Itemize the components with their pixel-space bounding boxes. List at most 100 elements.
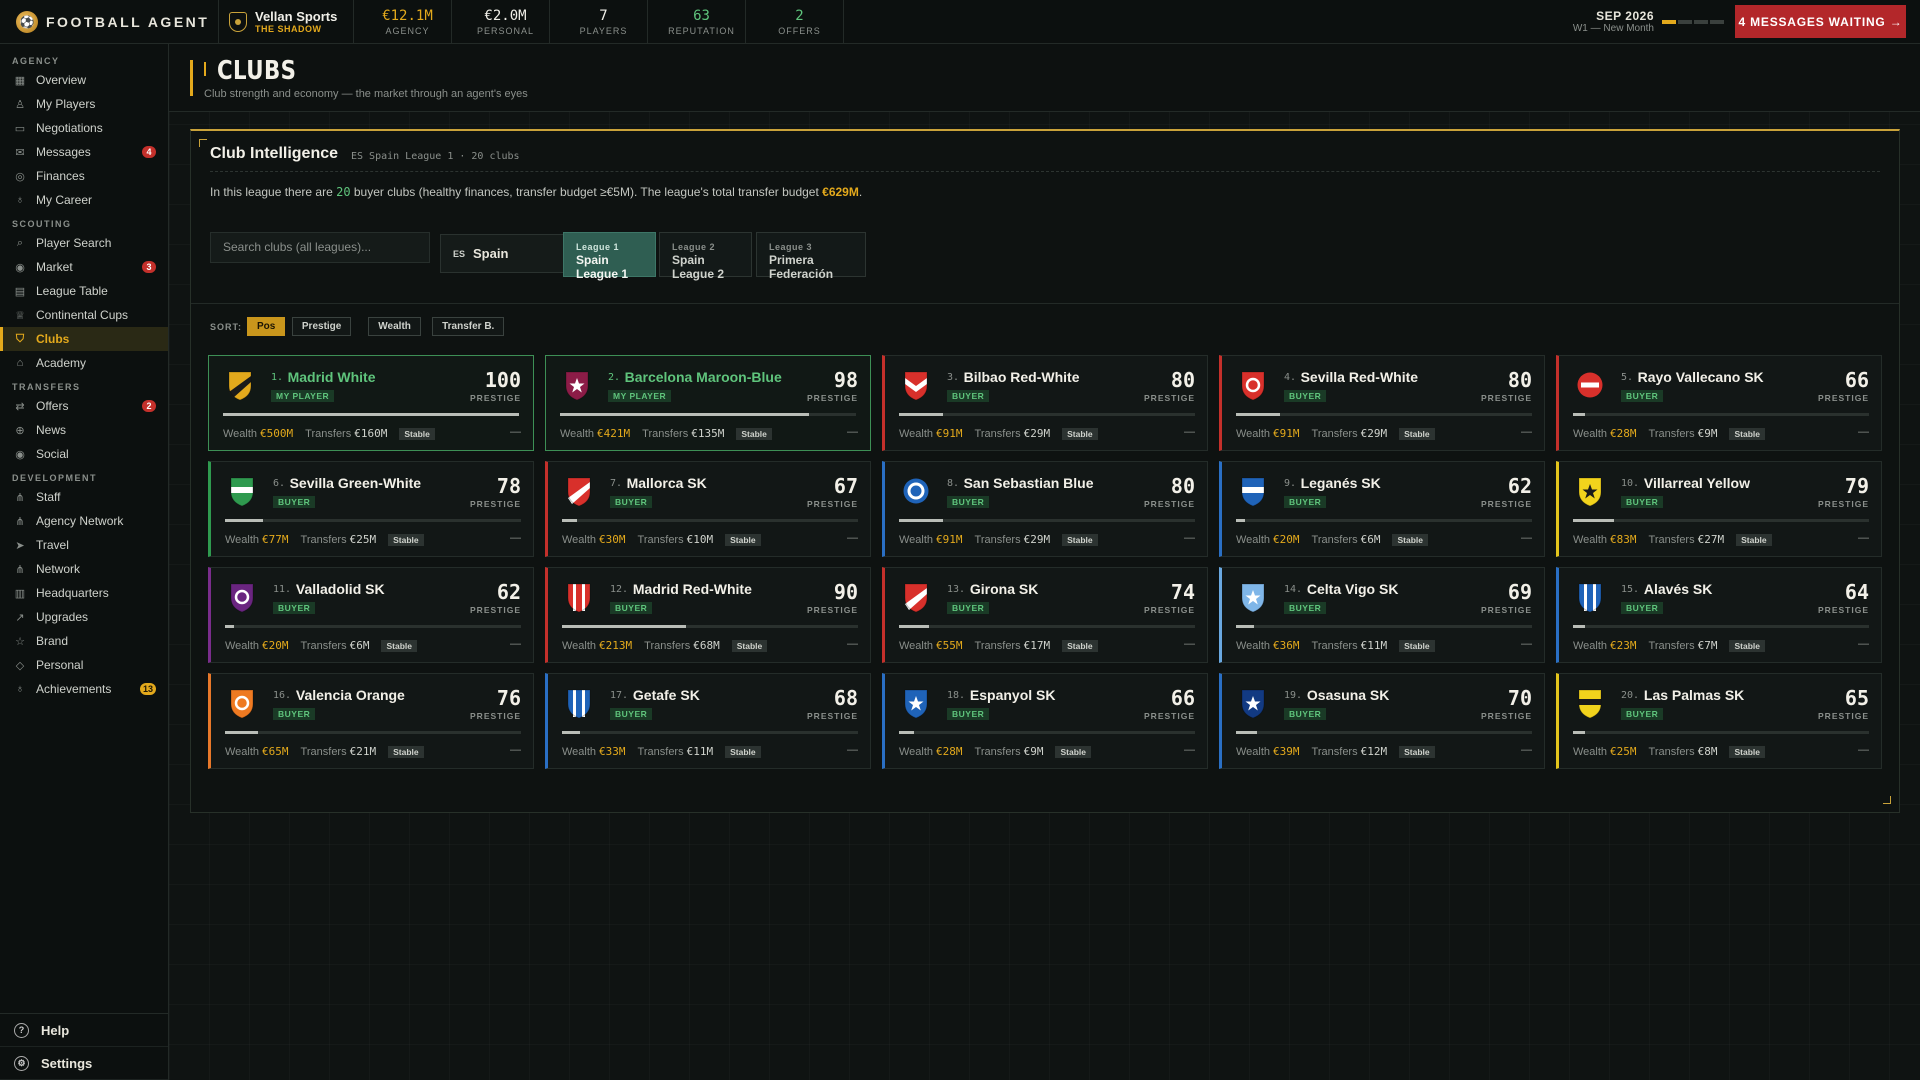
club-card[interactable]: 17. Getafe SK BUYER 68 PRESTIGE Wealth €33M Tra…	[545, 673, 871, 769]
club-name: Girona SK	[969, 581, 1039, 597]
sidebar-item-brand[interactable]: ☆ Brand	[0, 629, 168, 653]
sort-wealth[interactable]: Wealth	[368, 317, 421, 336]
prestige-bar	[1236, 625, 1532, 628]
messages-waiting-button[interactable]: 4 MESSAGES WAITING →	[1735, 5, 1906, 38]
sidebar-item-label: Brand	[36, 634, 69, 648]
header-accent	[190, 60, 193, 96]
sidebar-item-offers[interactable]: ⇄ Offers 2	[0, 394, 168, 418]
club-card[interactable]: 12. Madrid Red-White BUYER 90 PRESTIGE Wealth…	[545, 567, 871, 663]
prestige-value: 80	[1170, 474, 1195, 498]
club-card[interactable]: 13. Girona SK BUYER 74 PRESTIGE Wealth €55M Tra…	[882, 567, 1208, 663]
sidebar-item-continental-cups[interactable]: ♕ Continental Cups	[0, 303, 168, 327]
sidebar-item-upgrades[interactable]: ↗ Upgrades	[0, 605, 168, 629]
panel-corner-bottom	[1883, 796, 1891, 804]
sidebar-section-scouting: SCOUTING	[12, 219, 72, 229]
sort-transfer-b[interactable]: Transfer B.	[432, 317, 505, 336]
sidebar-item-personal[interactable]: ◇ Personal	[0, 653, 168, 677]
club-crest-icon	[229, 476, 255, 507]
sidebar-item-label: Staff	[36, 490, 61, 504]
agency-block[interactable]: Vellan Sports THE SHADOW	[218, 0, 354, 44]
club-role-badge: BUYER	[947, 390, 990, 402]
sidebar-item-overview[interactable]: ▦ Overview	[0, 68, 168, 92]
transfers-value: €25M	[349, 533, 377, 546]
club-crest-icon	[903, 688, 929, 719]
prestige-value: 67	[833, 474, 858, 498]
country-code: ES	[453, 248, 466, 259]
network-icon: ⋔	[15, 491, 25, 504]
club-card[interactable]: 16. Valencia Orange BUYER 76 PRESTIGE Wealth €…	[208, 673, 534, 769]
sort-pos[interactable]: Pos	[247, 317, 286, 336]
transfers-value: €11M	[1360, 639, 1388, 652]
sidebar-item-headquarters[interactable]: ▥ Headquarters	[0, 581, 168, 605]
club-card[interactable]: 7. Mallorca SK BUYER 67 PRESTIGE Wealth €30M Tr…	[545, 461, 871, 557]
trend-indicator: —	[1184, 426, 1195, 438]
transfers-value: €27M	[1697, 533, 1725, 546]
club-card[interactable]: 5. Rayo Vallecano SK BUYER 66 PRESTIGE Wealth…	[1556, 355, 1882, 451]
transfers-value: €6M	[1360, 533, 1381, 546]
prestige-bar-fill	[899, 519, 944, 522]
club-card[interactable]: 14. Celta Vigo SK BUYER 69 PRESTIGE Wealth €36…	[1219, 567, 1545, 663]
club-card[interactable]: 1. Madrid White MY PLAYER 100 PRESTIGE Wealth…	[208, 355, 534, 451]
club-card[interactable]: 15. Alavés SK BUYER 64 PRESTIGE Wealth €23M Tra…	[1556, 567, 1882, 663]
prestige-label: PRESTIGE	[807, 605, 858, 615]
sidebar-item-finances[interactable]: ◎ Finances	[0, 164, 168, 188]
club-card[interactable]: 19. Osasuna SK BUYER 70 PRESTIGE Wealth €39M Tr…	[1219, 673, 1545, 769]
plane-icon: ➤	[15, 539, 25, 552]
broadcast-icon: ◉	[15, 448, 25, 461]
trend-indicator: —	[1858, 426, 1869, 438]
sidebar-item-market[interactable]: ◉ Market 3	[0, 255, 168, 279]
sidebar-item-staff[interactable]: ⋔ Staff	[0, 485, 168, 509]
trend-indicator: —	[510, 426, 521, 438]
sidebar-item-news[interactable]: ⊕ News	[0, 418, 168, 442]
tab-league-1[interactable]: League 1 Spain League 1	[563, 232, 656, 281]
stat-offers: 2 OFFERS	[756, 0, 844, 44]
club-card[interactable]: 10. Villarreal Yellow BUYER 79 PRESTIGE Wealt…	[1556, 461, 1882, 557]
prestige-bar	[899, 625, 1195, 628]
club-card[interactable]: 18. Espanyol SK BUYER 66 PRESTIGE Wealth €28M T…	[882, 673, 1208, 769]
sidebar-item-my-career[interactable]: ♁ My Career	[0, 188, 168, 212]
club-card[interactable]: 3. Bilbao Red-White BUYER 80 PRESTIGE Wealth €…	[882, 355, 1208, 451]
club-search-input[interactable]: Search clubs (all leagues)...	[210, 232, 430, 263]
sidebar-item-clubs[interactable]: ⛉ Clubs	[0, 327, 168, 351]
transfers-label: Transfers	[305, 427, 352, 440]
club-card[interactable]: 11. Valladolid SK BUYER 62 PRESTIGE Wealth €20…	[208, 567, 534, 663]
settings-button[interactable]: ⚙ Settings	[0, 1047, 168, 1080]
club-card[interactable]: 6. Sevilla Green-White BUYER 78 PRESTIGE Weal…	[208, 461, 534, 557]
club-crest-icon	[566, 476, 592, 507]
sidebar-footer: ? Help ⚙ Settings	[0, 1013, 168, 1080]
sidebar-item-league-table[interactable]: ▤ League Table	[0, 279, 168, 303]
wealth-label: Wealth	[899, 533, 934, 546]
sidebar-item-achievements[interactable]: ♁ Achievements 13	[0, 677, 168, 701]
tab-league-2[interactable]: League 2 Spain League 2	[659, 232, 752, 281]
count-badge: 3	[142, 261, 156, 273]
brand[interactable]: ⚽ FOOTBALL AGENT	[0, 0, 218, 44]
club-card[interactable]: 2. Barcelona Maroon-Blue MY PLAYER 98 PRESTI…	[545, 355, 871, 451]
sidebar-item-player-search[interactable]: ⌕ Player Search	[0, 231, 168, 255]
club-role-badge: BUYER	[1284, 390, 1327, 402]
help-button[interactable]: ? Help	[0, 1014, 168, 1047]
sidebar-item-academy[interactable]: ⌂ Academy	[0, 351, 168, 375]
transfers-value: €11M	[686, 745, 714, 758]
sort-prestige[interactable]: Prestige	[291, 317, 352, 336]
stat-label: REPUTATION	[668, 25, 735, 36]
sidebar-item-network[interactable]: ⋔ Network	[0, 557, 168, 581]
sidebar-item-negotiations[interactable]: ▭ Negotiations	[0, 116, 168, 140]
sidebar-item-agency-network[interactable]: ⋔ Agency Network	[0, 509, 168, 533]
prestige-label: PRESTIGE	[807, 499, 858, 509]
club-card[interactable]: 20. Las Palmas SK BUYER 65 PRESTIGE Wealth €25…	[1556, 673, 1882, 769]
sidebar-item-travel[interactable]: ➤ Travel	[0, 533, 168, 557]
sidebar-item-my-players[interactable]: ♙ My Players	[0, 92, 168, 116]
club-card[interactable]: 8. San Sebastian Blue BUYER 80 PRESTIGE Wealt…	[882, 461, 1208, 557]
tab-league-3[interactable]: League 3 Primera Federación	[756, 232, 866, 281]
club-card[interactable]: 9. Leganés SK BUYER 62 PRESTIGE Wealth €20M Tra…	[1219, 461, 1545, 557]
prestige-value: 90	[833, 580, 858, 604]
sidebar-item-social[interactable]: ◉ Social	[0, 442, 168, 466]
club-position: 9.	[1284, 478, 1297, 489]
club-card[interactable]: 4. Sevilla Red-White BUYER 80 PRESTIGE Wealth…	[1219, 355, 1545, 451]
sidebar-item-messages[interactable]: ✉ Messages 4	[0, 140, 168, 164]
stat-value: 7	[599, 7, 608, 24]
prestige-label: PRESTIGE	[1818, 711, 1869, 721]
club-finances: Wealth €91M Transfers €29M Stable	[1236, 427, 1435, 440]
prestige-bar	[225, 731, 521, 734]
sidebar-item-label: Social	[36, 447, 69, 461]
